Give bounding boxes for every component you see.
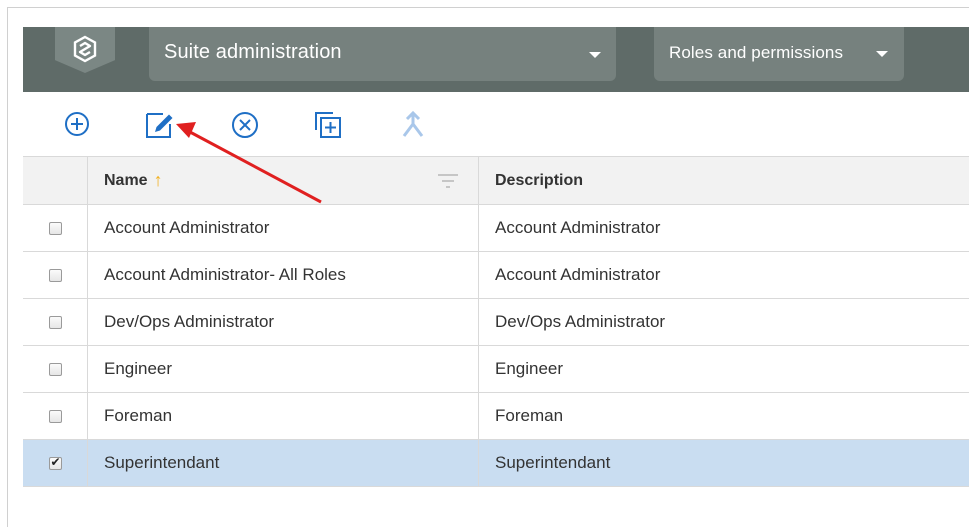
table-row[interactable]: Account Administrator- All Roles Account… [23, 252, 969, 299]
role-name-cell: Superintendant [88, 440, 479, 486]
merge-button[interactable] [398, 110, 428, 138]
logo-icon [73, 35, 97, 63]
role-description-cell: Foreman [495, 406, 564, 425]
role-name-cell: Foreman [88, 393, 479, 439]
role-name-cell: Dev/Ops Administrator [88, 299, 479, 345]
row-checkbox-checked[interactable]: ✔ [48, 454, 62, 470]
column-header-description-label: Description [495, 171, 584, 189]
page-select-value: Roles and permissions [669, 43, 844, 62]
row-check-cell [23, 252, 88, 298]
row-check-cell: ✔ [23, 440, 88, 486]
role-description-cell: Dev/Ops Administrator [495, 312, 666, 331]
table-row[interactable]: Foreman Foreman [23, 393, 969, 440]
column-header-name[interactable]: Name ↑ [88, 157, 479, 204]
row-checkbox[interactable] [48, 409, 62, 423]
row-checkbox[interactable] [48, 315, 62, 329]
row-checkbox[interactable] [48, 268, 62, 282]
duplicate-icon [315, 112, 341, 138]
table-header-row: Name ↑ Description [23, 157, 969, 205]
edit-button[interactable] [145, 110, 175, 138]
suite-select-value: Suite administration [164, 41, 342, 63]
chevron-down-icon [876, 51, 888, 57]
roles-table: Name ↑ Description Account Administrator… [23, 156, 969, 487]
row-checkbox[interactable] [48, 221, 62, 235]
role-name-cell: Engineer [88, 346, 479, 392]
row-check-cell [23, 299, 88, 345]
remove-button[interactable] [230, 110, 260, 138]
row-check-cell [23, 393, 88, 439]
edit-icon [146, 113, 173, 138]
column-header-name-label: Name [104, 171, 148, 189]
row-check-cell [23, 346, 88, 392]
role-description-cell: Account Administrator [495, 218, 661, 237]
suite-select[interactable]: Suite administration [149, 27, 616, 81]
header-check-cell [23, 157, 88, 204]
table-row-selected[interactable]: ✔ Superintendant Superintendant [23, 440, 969, 487]
role-name-cell: Account Administrator [88, 205, 479, 251]
table-row[interactable]: Account Administrator Account Administra… [23, 205, 969, 252]
table-row[interactable]: Engineer Engineer [23, 346, 969, 393]
row-check-cell [23, 205, 88, 251]
remove-icon [232, 112, 258, 138]
role-description-cell: Engineer [495, 359, 564, 378]
sort-ascending-icon[interactable]: ↑ [154, 170, 163, 191]
add-button[interactable] [63, 110, 93, 138]
role-description-cell: Account Administrator [495, 265, 661, 284]
page-select[interactable]: Roles and permissions [654, 27, 904, 81]
column-header-description[interactable]: Description [479, 157, 969, 204]
row-checkbox[interactable] [48, 362, 62, 376]
role-description-cell: Superintendant [495, 453, 611, 472]
filter-icon[interactable] [438, 174, 458, 188]
table-row[interactable]: Dev/Ops Administrator Dev/Ops Administra… [23, 299, 969, 346]
role-name-cell: Account Administrator- All Roles [88, 252, 479, 298]
checkmark-icon: ✔ [50, 454, 61, 469]
add-icon [65, 112, 89, 136]
chevron-down-icon [589, 52, 601, 58]
merge-icon [402, 110, 424, 137]
duplicate-button[interactable] [313, 110, 343, 138]
